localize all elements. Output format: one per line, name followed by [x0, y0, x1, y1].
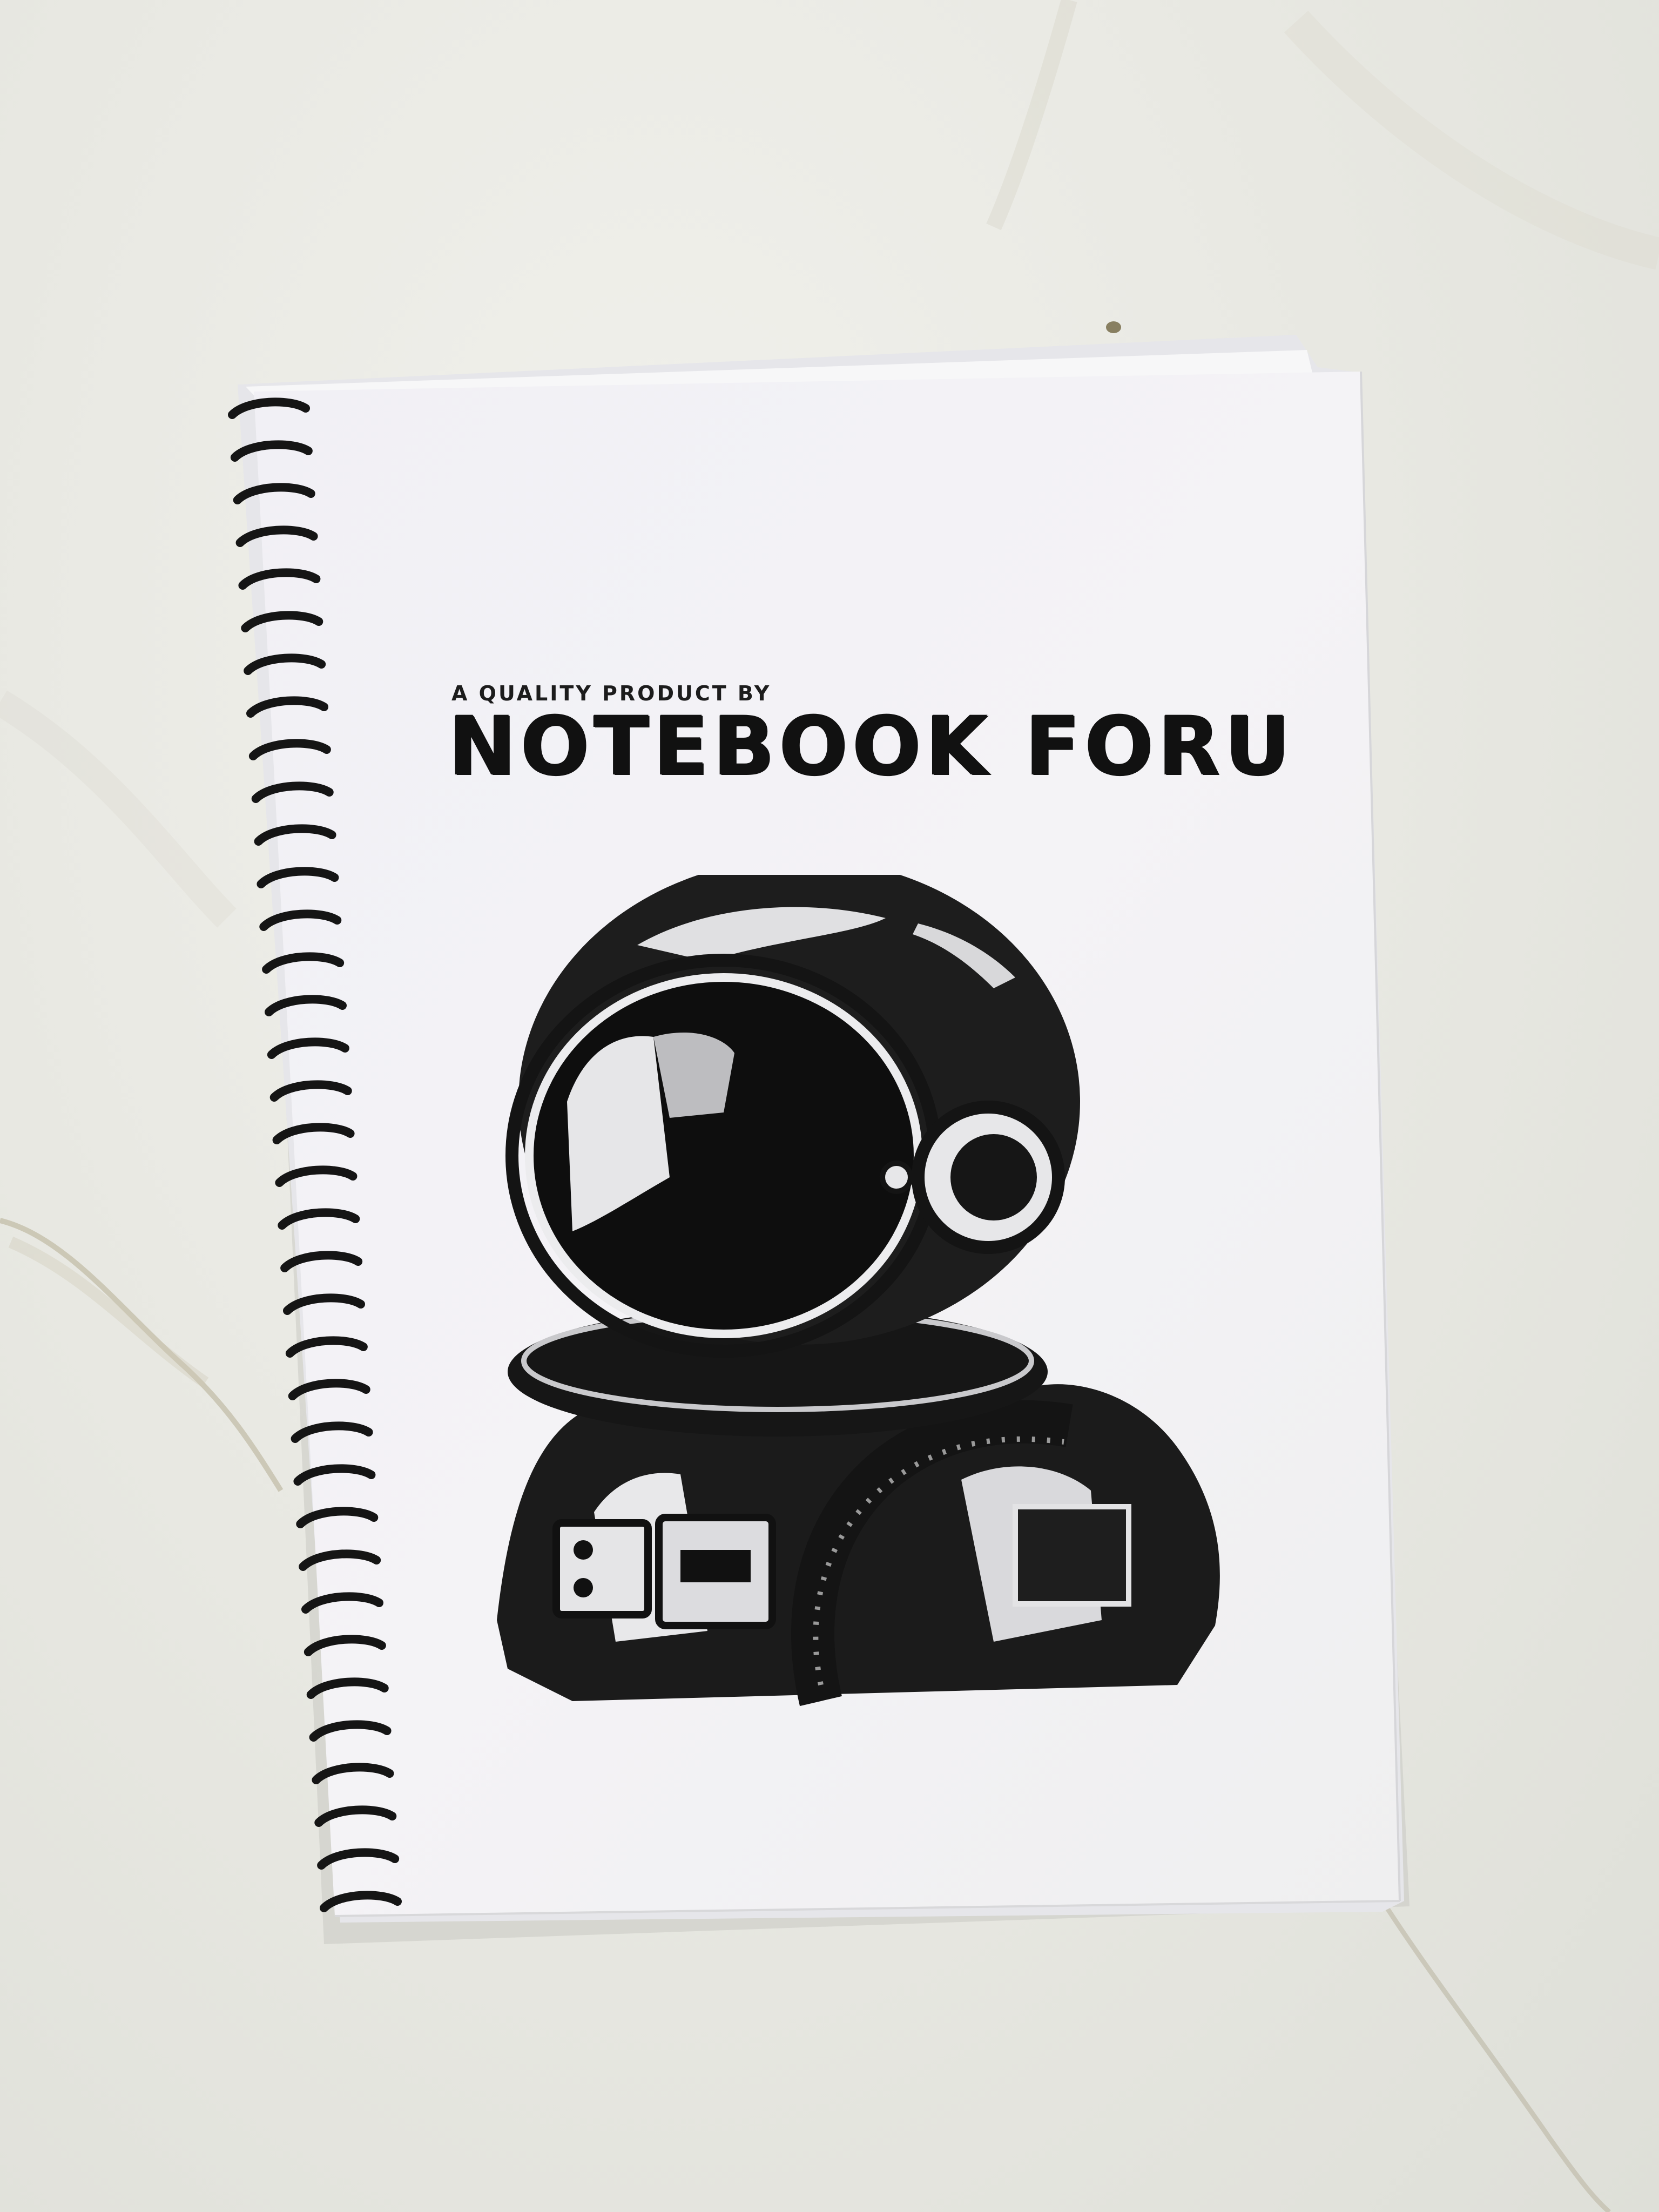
control-knob [574, 1540, 593, 1560]
cover-brand-title: NOTEBOOK FORU [448, 699, 1294, 793]
panel-display [680, 1550, 751, 1582]
chest-control-box [552, 1519, 652, 1618]
shoulder-patch [1013, 1504, 1131, 1607]
control-knob [574, 1578, 593, 1597]
astronaut-icon [497, 875, 1220, 1707]
helmet-ear-inner [950, 1134, 1037, 1220]
helmet-bolt [880, 1161, 913, 1194]
